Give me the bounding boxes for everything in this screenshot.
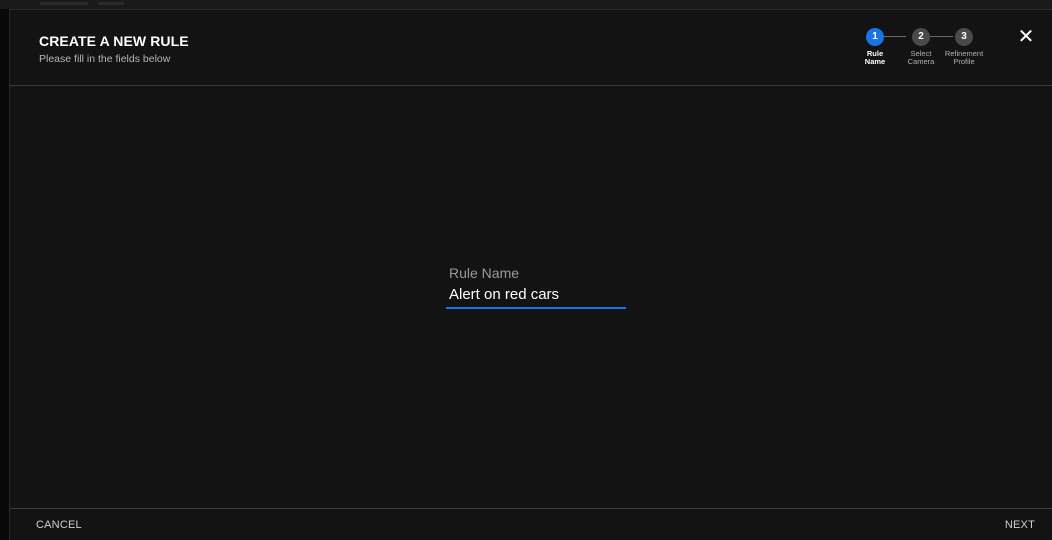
rule-name-field: Rule Name bbox=[446, 265, 626, 309]
backdrop-mark bbox=[40, 2, 88, 5]
cancel-button[interactable]: CANCEL bbox=[36, 519, 82, 531]
close-button[interactable]: ✕ bbox=[1016, 27, 1036, 47]
dialog-header: CREATE A NEW RULE Please fill in the fie… bbox=[10, 10, 1052, 86]
step-label: Refinement Profile bbox=[934, 50, 994, 66]
rule-name-input[interactable] bbox=[446, 286, 626, 309]
create-rule-dialog: CREATE A NEW RULE Please fill in the fie… bbox=[9, 9, 1052, 540]
step-refinement-profile[interactable]: 3 Refinement Profile bbox=[934, 28, 994, 66]
next-button[interactable]: NEXT bbox=[1005, 519, 1035, 531]
step-number: 1 bbox=[866, 28, 884, 46]
dialog-title: CREATE A NEW RULE bbox=[39, 33, 189, 49]
dialog-subtitle: Please fill in the fields below bbox=[39, 53, 171, 65]
step-number: 2 bbox=[912, 28, 930, 46]
dialog-footer: CANCEL NEXT bbox=[10, 508, 1052, 540]
backdrop-mark bbox=[98, 2, 124, 5]
step-number: 3 bbox=[955, 28, 973, 46]
rule-name-label: Rule Name bbox=[449, 265, 520, 281]
backdrop-top-strip bbox=[0, 0, 1052, 9]
step-label-line: Profile bbox=[953, 57, 975, 66]
close-icon: ✕ bbox=[1017, 26, 1035, 48]
